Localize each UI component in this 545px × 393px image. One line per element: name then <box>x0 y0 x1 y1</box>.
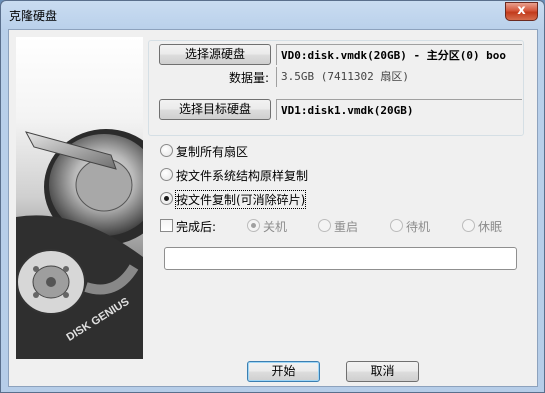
close-button[interactable]: x <box>505 2 538 21</box>
after-finish-label[interactable]: 完成后: <box>176 218 216 235</box>
disk-genius-illustration: DISK GENIUS <box>16 37 143 359</box>
clone-disk-dialog: 克隆硬盘 x DISK GENIUS 选择源硬盘 VD0:disk.vmdk(2… <box>0 0 545 393</box>
copy-all-sectors-radio[interactable] <box>160 144 173 157</box>
close-icon: x <box>517 3 526 18</box>
restart-label[interactable]: 重启 <box>334 218 358 235</box>
copy-all-sectors-label[interactable]: 复制所有扇区 <box>176 143 248 160</box>
window-title: 克隆硬盘 <box>9 9 58 23</box>
select-source-disk-button[interactable]: 选择源硬盘 <box>159 44 271 65</box>
cancel-button[interactable]: 取消 <box>346 361 419 382</box>
shutdown-label[interactable]: 关机 <box>263 218 287 235</box>
data-amount-label: 数据量: <box>229 71 270 85</box>
progress-bar <box>164 247 517 270</box>
shutdown-radio[interactable] <box>247 219 260 232</box>
data-amount-field: 3.5GB (7411302 扇区) <box>276 67 522 87</box>
copy-by-file-label[interactable]: 按文件复制(可消除碎片) <box>174 190 307 209</box>
start-button[interactable]: 开始 <box>247 361 320 382</box>
source-disk-field: VD0:disk.vmdk(20GB) - 主分区(0) boo <box>276 44 522 65</box>
title-bar[interactable]: 克隆硬盘 x <box>1 1 544 29</box>
copy-by-file-radio[interactable] <box>160 192 173 205</box>
hibernate-label[interactable]: 休眠 <box>478 218 502 235</box>
copy-fs-structure-radio[interactable] <box>160 168 173 181</box>
standby-label[interactable]: 待机 <box>406 218 430 235</box>
after-finish-checkbox[interactable] <box>160 219 173 232</box>
standby-radio[interactable] <box>390 219 403 232</box>
copy-fs-structure-label[interactable]: 按文件系统结构原样复制 <box>176 167 308 184</box>
hibernate-radio[interactable] <box>462 219 475 232</box>
restart-radio[interactable] <box>318 219 331 232</box>
hard-disk-icon: DISK GENIUS <box>16 129 143 359</box>
dialog-client-area: DISK GENIUS 选择源硬盘 VD0:disk.vmdk(20GB) - … <box>8 29 538 387</box>
target-disk-field: VD1:disk1.vmdk(20GB) <box>276 99 522 120</box>
disk-selection-group: 选择源硬盘 VD0:disk.vmdk(20GB) - 主分区(0) boo 数… <box>148 40 524 136</box>
select-target-disk-button[interactable]: 选择目标硬盘 <box>159 99 271 120</box>
